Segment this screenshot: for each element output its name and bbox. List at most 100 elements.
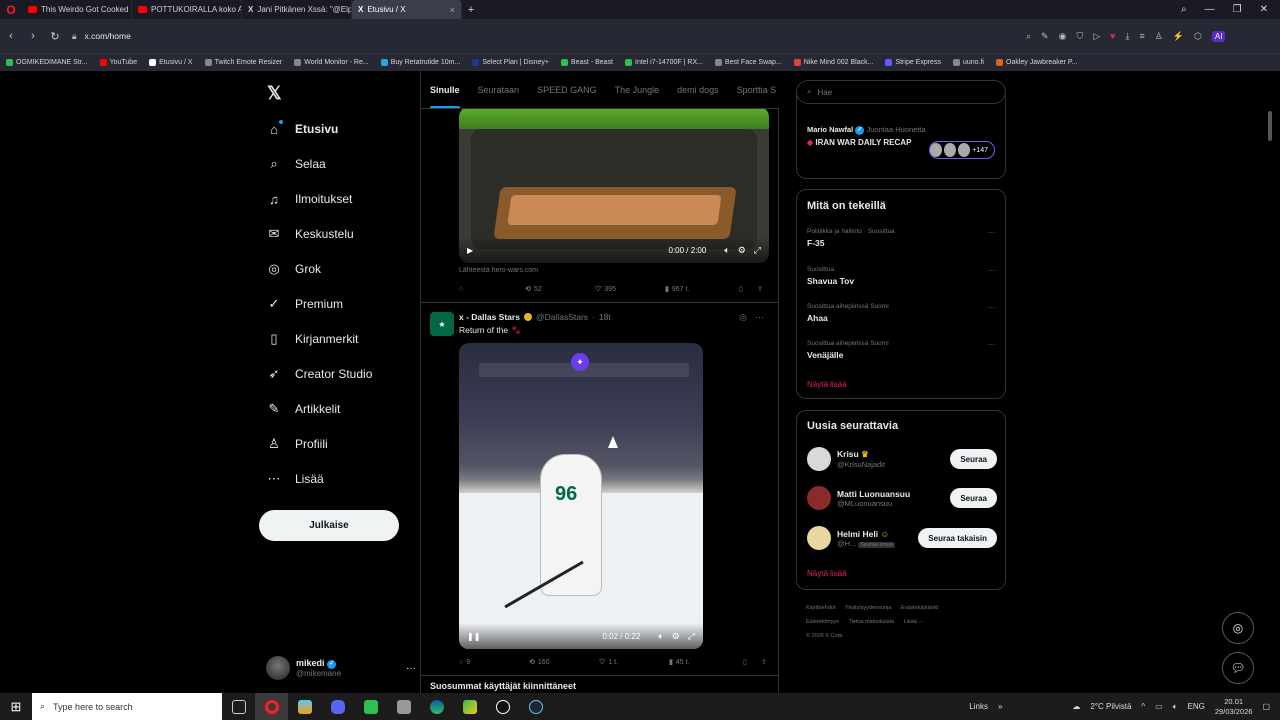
tab-the-jungle[interactable]: The Jungle <box>606 71 669 108</box>
bookmark-item[interactable]: Best Face Swap... <box>709 59 788 66</box>
x-logo-icon[interactable]: 𝕏 <box>267 83 282 104</box>
bookmark-icon[interactable]: ▯ <box>743 658 761 666</box>
bookmark-icon[interactable]: ▯ <box>739 285 757 293</box>
messages-fab[interactable]: 💬︎ <box>1222 652 1254 684</box>
trend-item[interactable]: Suosittua Shavua Tov ··· <box>807 266 997 286</box>
bookmark-item[interactable]: Beast - Beast <box>555 59 619 66</box>
shield-app-icon[interactable] <box>387 693 420 720</box>
volume-icon[interactable]: 🔈︎ <box>724 245 729 256</box>
follow-button[interactable]: Seuraa <box>950 488 997 508</box>
more-icon[interactable]: ··· <box>406 663 416 674</box>
discord-icon[interactable] <box>321 693 354 720</box>
footer-link[interactable]: Käyttöehdot <box>806 605 835 611</box>
bookmark-item[interactable]: Etusivu / X <box>143 59 198 66</box>
reply-button[interactable]: ○ 9 <box>459 659 529 666</box>
nav-item-notifications[interactable]: ♫ Ilmoitukset <box>267 192 352 207</box>
nav-item-grok[interactable]: ◎ Grok <box>267 261 321 276</box>
network-icon[interactable]: ▭ <box>1155 702 1163 711</box>
steam-icon[interactable] <box>519 693 552 720</box>
notification-icon[interactable]: ▢ <box>1262 702 1270 711</box>
reply-icon[interactable]: ○ <box>459 286 525 293</box>
browser-tab-1[interactable]: This Weirdo Got Cooked <box>22 0 132 19</box>
nav-item-creator-studio[interactable]: ➶ Creator Studio <box>267 366 373 381</box>
trend-item[interactable]: Politiikka ja hallinto · Suosittua F-35 ··… <box>807 228 997 248</box>
bookmark-item[interactable]: YouTube <box>94 59 144 66</box>
task-view-icon[interactable] <box>222 693 255 720</box>
bookmark-item[interactable]: World Monitor - Re... <box>288 59 374 66</box>
grok-icon[interactable]: ◎ <box>739 312 747 322</box>
search-field[interactable]: ⌕ Hae <box>796 80 1006 104</box>
new-tab-button[interactable]: + <box>462 4 480 16</box>
footer-link[interactable]: Lisää ··· <box>904 619 924 625</box>
search-icon[interactable]: ⌕ <box>1181 4 1187 15</box>
clock[interactable]: 20.01 29/03/2026 <box>1215 697 1253 717</box>
account-switcher[interactable]: mikedi ✓ @mikemane ··· <box>266 653 416 683</box>
cube-icon[interactable]: ⬡ <box>1194 31 1202 42</box>
tab-following[interactable]: Seurataan <box>469 71 529 108</box>
follow-button[interactable]: Seuraa <box>950 449 997 469</box>
nav-item-explore[interactable]: ⌕ Selaa <box>267 156 325 171</box>
trend-item[interactable]: Suosittua aihepiirissä Suomi Venäjälle ··· <box>807 340 997 360</box>
browser-tab-3[interactable]: X Jani Pitkänen Xssä: "@Elp <box>242 0 352 19</box>
nav-item-home[interactable]: ⌂ Etusivu <box>267 120 338 137</box>
nav-item-profile[interactable]: ♙ Profiili <box>267 436 328 451</box>
nav-item-bookmarks[interactable]: ▯ Kirjanmerkit <box>267 331 358 346</box>
follow-suggestion[interactable]: Helmi Heli ☺ @H... Seuraa sinua Seuraa ta… <box>807 525 997 551</box>
tab-for-you[interactable]: Sinulle <box>421 71 469 108</box>
app-icon[interactable] <box>354 693 387 720</box>
maximize-icon[interactable]: ❐ <box>1233 4 1242 15</box>
play-store-icon[interactable] <box>453 693 486 720</box>
footer-link[interactable]: Tietoa mainoksista <box>848 619 894 625</box>
bookmark-item[interactable]: Twitch Emote Resizer <box>199 59 289 66</box>
video-player[interactable]: ▶ 0:00 / 2:00 🔈︎ ⚙ ⤢ <box>459 107 769 263</box>
like-button[interactable]: ♡ 395 <box>595 285 665 294</box>
url-field[interactable]: 🔒︎ x.com/home <box>66 31 986 42</box>
extension-icon[interactable]: ⚡ <box>1173 31 1184 42</box>
more-icon[interactable]: ··· <box>987 340 995 349</box>
tab-sporttia[interactable]: Sporttia S <box>728 71 779 108</box>
tiktok-icon[interactable] <box>486 693 519 720</box>
chevron-up-icon[interactable]: ^ <box>1141 702 1145 711</box>
minimize-icon[interactable]: — <box>1205 4 1215 15</box>
bookmark-item[interactable]: Stripe Express <box>879 59 947 66</box>
zoom-icon[interactable]: ⌕ <box>1026 31 1031 42</box>
pause-icon[interactable]: ❚❚ <box>467 632 480 641</box>
edit-icon[interactable]: ✎ <box>1041 31 1049 42</box>
bookmark-item[interactable]: OGMIKEDIMANE Str... <box>0 59 94 66</box>
close-icon[interactable]: ✕ <box>1260 4 1268 15</box>
opera-logo-icon[interactable]: O <box>0 0 22 19</box>
heart-icon[interactable]: ♥ <box>1110 31 1115 42</box>
ai-button[interactable]: AI <box>1211 30 1226 42</box>
like-button[interactable]: ♡ 1 t. <box>599 658 669 667</box>
more-icon[interactable]: ··· <box>987 303 995 312</box>
nav-item-articles[interactable]: ✎ Artikkelit <box>267 401 341 416</box>
post-button[interactable]: Julkaise <box>259 510 399 541</box>
retweet-button[interactable]: ⟲ 160 <box>529 658 599 667</box>
links-toolbar[interactable]: Links <box>969 702 988 711</box>
more-icon[interactable]: ··· <box>987 228 995 237</box>
grok-icon[interactable]: ✦ <box>571 353 589 371</box>
fullscreen-icon[interactable]: ⤢ <box>688 631 695 642</box>
opera-icon[interactable] <box>255 693 288 720</box>
bookmark-item[interactable]: uuno.fi <box>947 59 990 66</box>
retweet-button[interactable]: ⟲ 52 <box>525 285 595 294</box>
camera-icon[interactable]: ◉ <box>1059 31 1067 42</box>
bookmark-item[interactable]: Buy Retatrutide 10m... <box>375 59 467 66</box>
bookmark-item[interactable]: Select Plan | Disney+ <box>466 59 555 66</box>
bookmark-item[interactable]: Nike Mind 002 Black... <box>788 59 880 66</box>
shield-icon[interactable]: ⛉ <box>1076 31 1083 42</box>
reload-icon[interactable]: ↻ <box>44 30 66 43</box>
windows-start-icon[interactable]: ⊞ <box>0 699 32 715</box>
download-icon[interactable]: ⤓ <box>1125 31 1129 42</box>
nav-item-premium[interactable]: ✓ Premium <box>267 296 343 311</box>
show-more-link[interactable]: Näytä lisää <box>807 380 847 389</box>
play-icon[interactable]: ▷ <box>1093 31 1100 42</box>
language[interactable]: ENG <box>1188 702 1205 711</box>
footer-link[interactable]: Evästekäytäntö <box>901 605 939 611</box>
menu-icon[interactable]: ≡ <box>1139 31 1144 42</box>
share-icon[interactable]: ⇪ <box>757 285 763 293</box>
views-button[interactable]: ▮ 967 t. <box>665 285 739 294</box>
gear-icon[interactable]: ⚙ <box>672 631 680 642</box>
volume-icon[interactable]: 🔈︎ <box>658 631 663 642</box>
show-more-link[interactable]: Näytä lisää <box>807 569 847 578</box>
